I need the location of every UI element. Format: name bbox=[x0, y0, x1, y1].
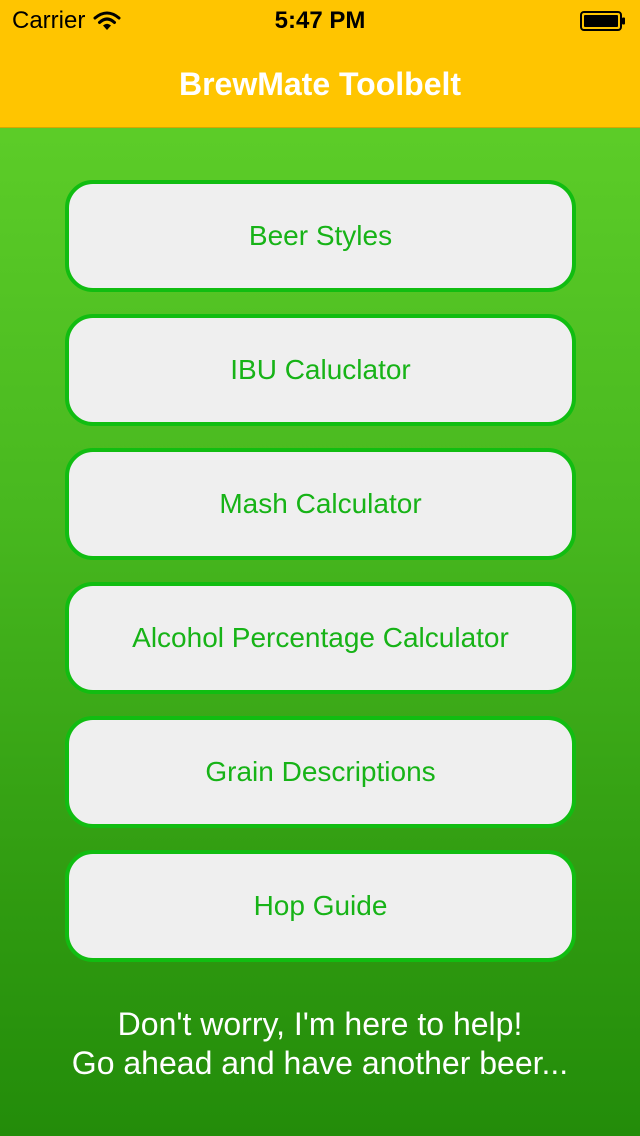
alcohol-percentage-calculator-button[interactable]: Alcohol Percentage Calculator bbox=[65, 582, 576, 694]
tool-menu: Beer Styles IBU Caluclator Mash Calculat… bbox=[65, 180, 576, 984]
ibu-calculator-button[interactable]: IBU Caluclator bbox=[65, 314, 576, 426]
hop-guide-button[interactable]: Hop Guide bbox=[65, 850, 576, 962]
footer-line-2: Go ahead and have another beer... bbox=[71, 1045, 569, 1081]
beer-styles-button[interactable]: Beer Styles bbox=[65, 180, 576, 292]
grain-descriptions-button[interactable]: Grain Descriptions bbox=[65, 716, 576, 828]
footer-line-1: Don't worry, I'm here to help! bbox=[117, 1006, 523, 1042]
status-bar: Carrier 5:47 PM bbox=[0, 0, 640, 40]
footer-message: Don't worry, I'm here to help! Go ahead … bbox=[0, 1005, 640, 1083]
battery-icon bbox=[580, 10, 626, 31]
mash-calculator-button[interactable]: Mash Calculator bbox=[65, 448, 576, 560]
status-time: 5:47 PM bbox=[274, 7, 366, 34]
page-title: BrewMate Toolbelt bbox=[178, 66, 462, 102]
navigation-bar: Carrier 5:47 PM BrewMate Toolbelt bbox=[0, 0, 640, 128]
